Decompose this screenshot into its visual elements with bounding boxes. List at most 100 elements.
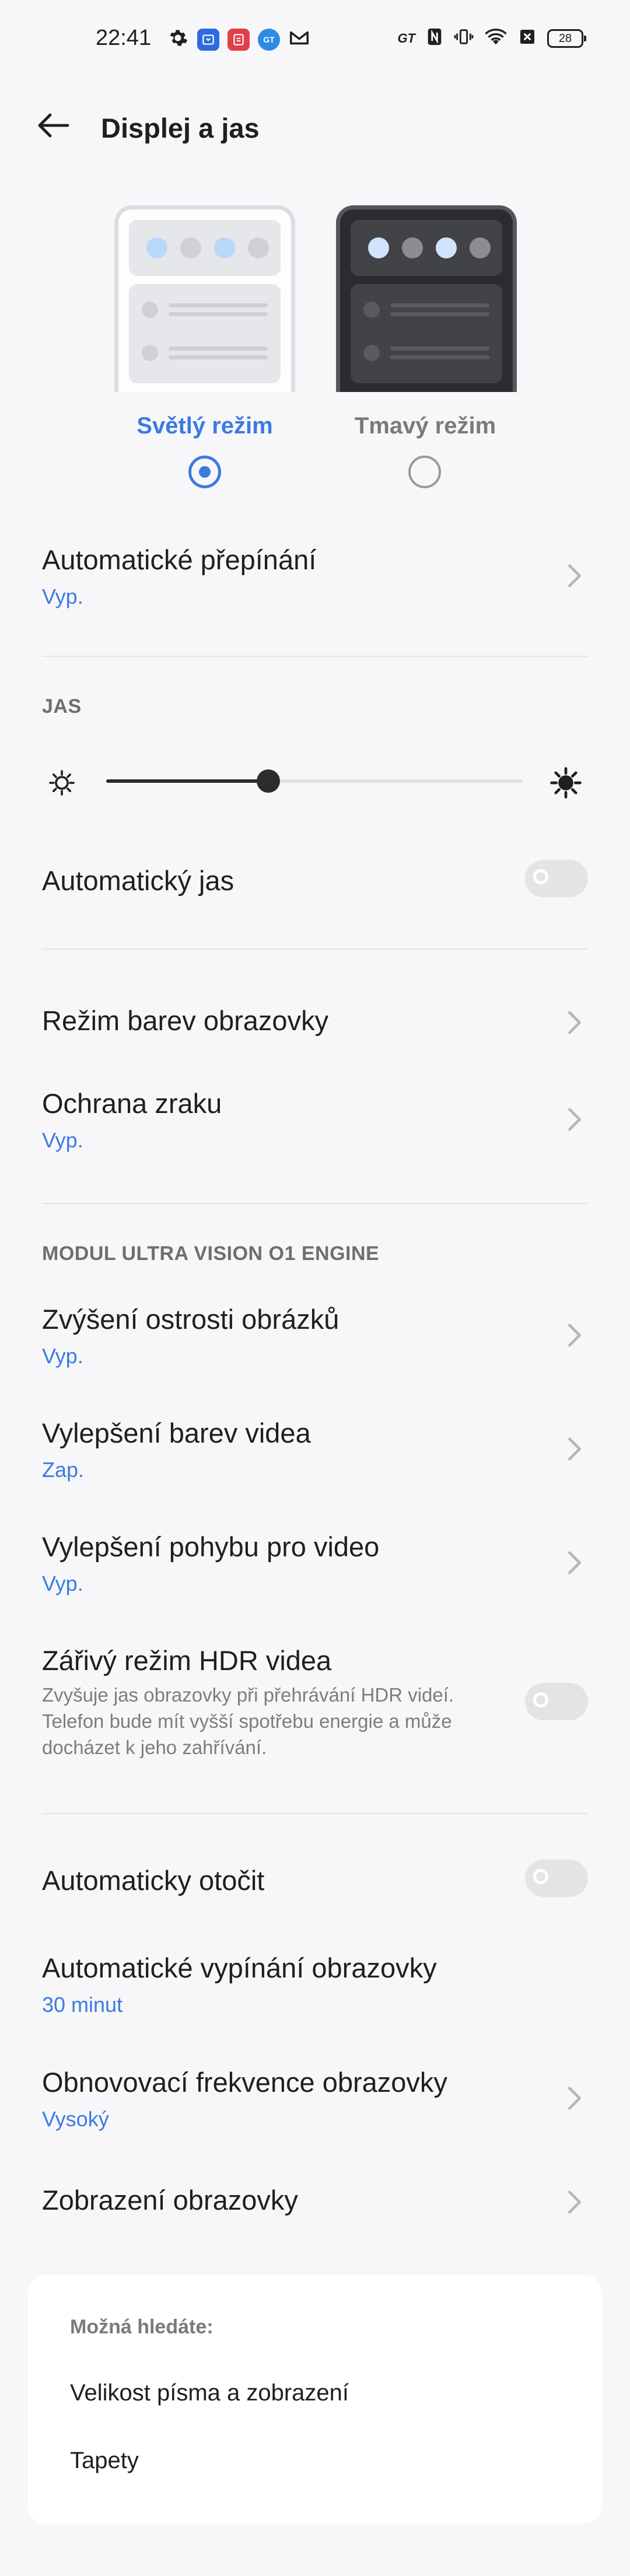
chevron-right-icon [568,1551,581,1574]
row-title: Vylepšení barev videa [42,1418,311,1448]
row-value: Zap. [42,1458,85,1482]
chevron-right-icon [568,1011,581,1034]
preview-dot [402,237,423,258]
gt-mode-icon: GT [397,30,415,46]
row-title: Automatické vypínání obrazovky [42,1952,437,1983]
dark-mode-label[interactable]: Tmavý režim [338,413,513,439]
brightness-slider[interactable] [0,752,630,811]
suggestions-title: Možná hledáte: [70,2316,214,2338]
preview-body [351,284,502,383]
row-title: Režim barev obrazovky [42,1005,329,1036]
preview-dot [214,237,235,258]
preview-dot [180,237,201,258]
section-header-brightness: JAS [42,695,82,718]
row-value: 30 minut [42,1993,123,2017]
preview-list-item [142,345,268,361]
chevron-right-icon [568,1108,581,1131]
brightness-fill [106,779,269,783]
wifi-icon [484,27,508,50]
row-title: Obnovovací frekvence obrazovky [42,2067,447,2098]
divider [42,1203,588,1204]
status-time: 22:41 [96,26,152,50]
light-mode-radio[interactable] [188,456,221,488]
row-title: Ochrana zraku [42,1088,222,1119]
row-description: Zvyšuje jas obrazovky při přehrávání HDR… [42,1684,454,1758]
status-bar: 22:41 GT GT 28 [0,0,630,76]
auto-rotate-toggle[interactable] [525,1860,588,1897]
color-mode-row[interactable]: Režim barev obrazovky [0,992,630,1056]
screen-timeout-row[interactable]: Automatické vypínání obrazovky 30 minut [0,1938,630,2025]
video-color-row[interactable]: Vylepšení barev videa Zap. [0,1403,630,1490]
row-value: Vysoký [42,2107,109,2131]
divider [42,1813,588,1814]
battery-icon: 28 [547,29,586,48]
preview-dot [436,237,457,258]
arrow-back-icon [38,113,69,138]
back-button[interactable] [36,111,71,140]
row-title: Zvýšení ostrosti obrázků [42,1304,340,1335]
vibrate-icon [454,27,474,50]
chevron-right-icon [568,1437,581,1461]
row-title: Zářivý režim HDR videa [42,1645,332,1676]
gmail-icon [288,27,310,52]
gear-icon [167,27,189,52]
row-value: Vyp. [42,1572,83,1595]
hdr-video-toggle[interactable] [525,1683,588,1720]
preview-top-bar [351,220,502,276]
screen-display-row[interactable]: Zobrazení obrazovky [0,2171,630,2235]
section-header-ultra-vision: MODUL ULTRA VISION O1 ENGINE [42,1242,380,1265]
auto-rotate-row[interactable]: Automaticky otočit [0,1852,630,1916]
row-title: Automatické přepínání [42,544,317,575]
page-title: Displej a jas [101,113,260,144]
brightness-high-icon [550,767,582,799]
preview-list-item [142,302,268,318]
preview-list-item [363,302,489,318]
preview-dot [146,237,167,258]
chevron-right-icon [568,564,581,587]
notification-icons: GT [167,27,310,52]
preview-dot [470,237,491,258]
row-title: Vylepšení pohybu pro video [42,1531,380,1562]
suggestions-card: Možná hledáte: Velikost písma a zobrazen… [28,2275,602,2524]
preview-top-bar [129,220,281,276]
preview-dot [248,237,269,258]
suggestion-link[interactable]: Velikost písma a zobrazení [70,2380,349,2406]
row-title: Automaticky otočit [42,1865,265,1896]
row-title: Automatický jas [42,865,235,896]
refresh-rate-row[interactable]: Obnovovací frekvence obrazovky Vysoký [0,2052,630,2140]
divider [42,949,588,950]
app-icon-red [228,28,250,51]
row-value: Vyp. [42,1128,83,1152]
brightness-track[interactable] [106,779,523,783]
auto-brightness-toggle[interactable] [525,860,588,897]
system-icons: GT 28 [397,27,586,50]
preview-dot [368,237,389,258]
sharpen-images-row[interactable]: Zvýšení ostrosti obrázků Vyp. [0,1289,630,1377]
no-sim-icon [518,27,537,49]
row-value: Vyp. [42,1344,83,1368]
preview-body [129,284,281,383]
light-mode-label[interactable]: Světlý režim [117,413,292,439]
preview-list-item [363,345,489,361]
chevron-right-icon [568,1324,581,1347]
video-motion-row[interactable]: Vylepšení pohybu pro video Vyp. [0,1517,630,1604]
chevron-right-icon [568,2087,581,2110]
divider [42,656,588,657]
eye-protection-row[interactable]: Ochrana zraku Vyp. [0,1073,630,1161]
app-icon-blue [197,28,219,51]
row-title: Zobrazení obrazovky [42,2185,298,2216]
app-bar: Displej a jas [0,99,630,152]
auto-switch-row[interactable]: Automatické přepínání Vyp. [0,530,630,617]
brightness-low-icon [49,770,75,796]
row-value: Vyp. [42,584,83,608]
dark-mode-preview[interactable] [336,205,517,392]
hdr-video-row[interactable]: Zářivý režim HDR videa Zvyšuje jas obraz… [0,1630,630,1782]
chevron-right-icon [568,2190,581,2214]
app-icon-gt: GT [258,28,280,51]
suggestion-link[interactable]: Tapety [70,2448,139,2474]
nfc-icon [426,27,443,50]
light-mode-preview[interactable] [114,205,295,392]
brightness-thumb[interactable] [257,769,281,793]
auto-brightness-row[interactable]: Automatický jas [0,852,630,916]
dark-mode-radio[interactable] [408,456,441,488]
